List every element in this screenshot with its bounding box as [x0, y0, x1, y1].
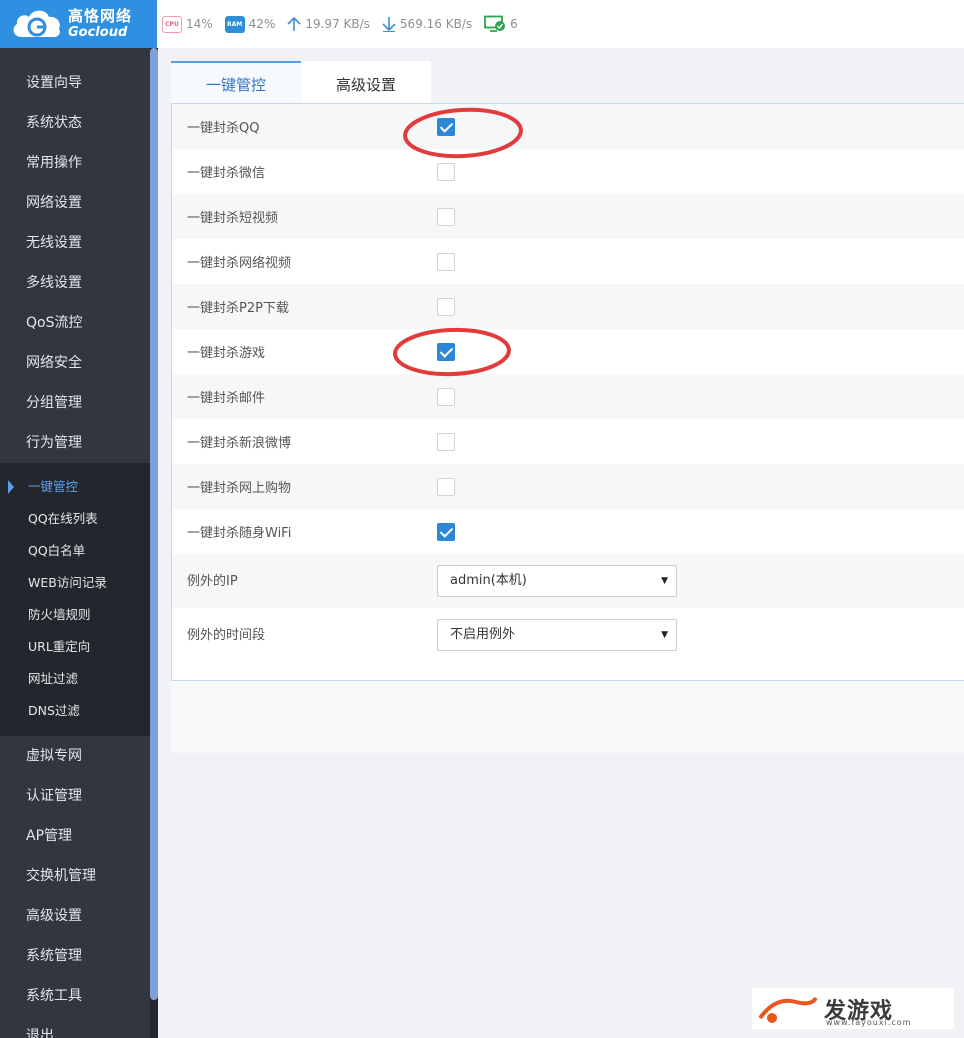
exception-ip-label: 例外的IP — [187, 574, 238, 589]
toggle-label-shopping: 一键封杀网上购物 — [187, 481, 292, 496]
sidebar-item-wireless-settings[interactable]: 无线设置 — [0, 223, 150, 263]
sidebar-item-common-operations[interactable]: 常用操作 — [0, 143, 150, 183]
toggle-label-portable-wifi: 一键封杀随身WiFi — [187, 526, 292, 541]
watermark-url: www.fayouxi.com — [826, 1018, 912, 1027]
sidebar-item-setup-wizard[interactable]: 设置向导 — [0, 63, 150, 103]
sidebar-subitem-one-click-control[interactable]: 一键管控 — [0, 471, 150, 503]
sidebar: 设置向导 系统状态 常用操作 网络设置 无线设置 多线设置 QoS流控 网络安全… — [0, 48, 150, 1038]
top-bar: 高恪网络 Gocloud CPU 14% RAM 42% 19.97 KB/s … — [0, 0, 964, 48]
toggle-label-weibo: 一键封杀新浪微博 — [187, 436, 292, 451]
sidebar-subnav-behavior: 一键管控 QQ在线列表 QQ白名单 WEB访问记录 防火墙规则 URL重定向 网… — [0, 463, 150, 736]
upload-speed: 19.97 KB/s — [305, 17, 370, 31]
sidebar-subitem-dns-filter[interactable]: DNS过滤 — [0, 695, 150, 727]
form-row-qq: 一键封杀QQ — [172, 104, 964, 149]
online-devices-icon — [484, 15, 506, 32]
sidebar-item-system-management[interactable]: 系统管理 — [0, 936, 150, 976]
block-online-video-checkbox[interactable] — [437, 252, 455, 271]
dropdown-arrow-icon: ▼ — [661, 630, 668, 640]
sidebar-item-system-status[interactable]: 系统状态 — [0, 103, 150, 143]
form-row-games: 一键封杀游戏 — [172, 329, 964, 374]
exception-ip-select[interactable]: admin(本机) ▼ — [437, 565, 677, 597]
cpu-stat: CPU 14% — [162, 15, 213, 33]
sidebar-subitem-qq-online-list[interactable]: QQ在线列表 — [0, 503, 150, 535]
sidebar-nav-bottom: 虚拟专网 认证管理 AP管理 交换机管理 高级设置 系统管理 系统工具 退出 — [0, 736, 150, 1038]
form-row-exception-time: 例外的时间段 不启用例外 ▼ — [172, 608, 964, 662]
form-row-online-video: 一键封杀网络视频 — [172, 239, 964, 284]
sidebar-item-switch-management[interactable]: 交换机管理 — [0, 856, 150, 896]
exception-ip-value: admin(本机) — [450, 573, 527, 588]
sidebar-subitem-qq-whitelist[interactable]: QQ白名单 — [0, 535, 150, 567]
sidebar-item-advanced-settings[interactable]: 高级设置 — [0, 896, 150, 936]
exception-time-label: 例外的时间段 — [187, 628, 266, 643]
sidebar-subitem-firewall-rules[interactable]: 防火墙规则 — [0, 599, 150, 631]
tab-one-click-control[interactable]: 一键管控 — [171, 61, 301, 103]
brand-name-en: Gocloud — [68, 25, 128, 40]
toggle-label-qq: 一键封杀QQ — [187, 121, 260, 136]
form-row-shopping: 一键封杀网上购物 — [172, 464, 964, 509]
sidebar-item-auth-management[interactable]: 认证管理 — [0, 776, 150, 816]
form-row-exception-ip: 例外的IP admin(本机) ▼ — [172, 554, 964, 608]
devices-stat[interactable]: 6 — [484, 15, 518, 33]
one-click-control-form: 一键封杀QQ 一键封杀微信 一键封杀短视频 一键封杀网络视频 一键封杀P2P下载… — [171, 103, 964, 681]
form-row-weibo: 一键封杀新浪微博 — [172, 419, 964, 464]
block-p2p-checkbox[interactable] — [437, 297, 455, 316]
tab-advanced-settings[interactable]: 高级设置 — [301, 61, 431, 103]
upload-stat: 19.97 KB/s — [287, 16, 370, 32]
sidebar-item-vpn[interactable]: 虚拟专网 — [0, 736, 150, 776]
ram-icon: RAM — [224, 15, 245, 33]
dropdown-arrow-icon: ▼ — [661, 576, 668, 586]
cloud-logo-icon — [10, 7, 64, 41]
sidebar-scrollbar-thumb[interactable] — [150, 48, 158, 1000]
form-row-short-video: 一键封杀短视频 — [172, 194, 964, 239]
sidebar-item-qos[interactable]: QoS流控 — [0, 303, 150, 343]
download-speed: 569.16 KB/s — [399, 17, 473, 31]
download-arrow-icon — [382, 17, 396, 32]
block-wechat-checkbox[interactable] — [437, 162, 455, 181]
sidebar-item-ap-management[interactable]: AP管理 — [0, 816, 150, 856]
watermark-logo-icon — [758, 996, 818, 1023]
block-portable-wifi-checkbox[interactable] — [437, 522, 455, 541]
block-weibo-checkbox[interactable] — [437, 432, 455, 451]
sidebar-item-group-management[interactable]: 分组管理 — [0, 383, 150, 423]
sidebar-item-behavior-management[interactable]: 行为管理 — [0, 423, 150, 463]
block-short-video-checkbox[interactable] — [437, 207, 455, 226]
brand-name-cn: 高恪网络 — [68, 7, 133, 25]
online-devices-count: 6 — [510, 17, 518, 31]
sidebar-item-network-security[interactable]: 网络安全 — [0, 343, 150, 383]
block-qq-checkbox[interactable] — [437, 117, 455, 136]
toggle-label-wechat: 一键封杀微信 — [187, 166, 266, 181]
sidebar-subitem-url-filter[interactable]: 网址过滤 — [0, 663, 150, 695]
block-email-checkbox[interactable] — [437, 387, 455, 406]
cpu-icon: CPU — [162, 15, 182, 33]
form-row-p2p: 一键封杀P2P下载 — [172, 284, 964, 329]
sidebar-subitem-url-redirect[interactable]: URL重定向 — [0, 631, 150, 663]
sidebar-item-logout[interactable]: 退出 — [0, 1016, 150, 1038]
toggle-label-short-video: 一键封杀短视频 — [187, 211, 279, 226]
sidebar-item-system-tools[interactable]: 系统工具 — [0, 976, 150, 1016]
block-games-checkbox[interactable] — [437, 342, 455, 361]
toggle-label-email: 一键封杀邮件 — [187, 391, 266, 406]
block-shopping-checkbox[interactable] — [437, 477, 455, 496]
sidebar-item-multi-wan[interactable]: 多线设置 — [0, 263, 150, 303]
ram-stat: RAM 42% — [224, 15, 276, 33]
toggle-label-games: 一键封杀游戏 — [187, 346, 266, 361]
form-row-wechat: 一键封杀微信 — [172, 149, 964, 194]
watermark: 发游戏 www.fayouxi.com — [752, 988, 954, 1029]
cpu-usage: 14% — [186, 17, 213, 31]
status-bar: CPU 14% RAM 42% 19.97 KB/s 569.16 KB/s 6 — [162, 0, 530, 48]
exception-time-value: 不启用例外 — [450, 627, 516, 642]
download-stat: 569.16 KB/s — [382, 16, 472, 32]
sidebar-item-network-settings[interactable]: 网络设置 — [0, 183, 150, 223]
brand-logo[interactable]: 高恪网络 Gocloud — [0, 0, 157, 48]
toggle-label-p2p: 一键封杀P2P下载 — [187, 301, 289, 316]
tab-bar: 一键管控 高级设置 — [171, 61, 431, 103]
form-row-portable-wifi: 一键封杀随身WiFi — [172, 509, 964, 554]
sidebar-nav-top: 设置向导 系统状态 常用操作 网络设置 无线设置 多线设置 QoS流控 网络安全… — [0, 63, 150, 463]
exception-time-select[interactable]: 不启用例外 ▼ — [437, 619, 677, 651]
ram-usage: 42% — [248, 17, 276, 31]
form-row-email: 一键封杀邮件 — [172, 374, 964, 419]
toggle-label-online-video: 一键封杀网络视频 — [187, 256, 292, 271]
upload-arrow-icon — [287, 16, 301, 31]
sidebar-subitem-web-access-log[interactable]: WEB访问记录 — [0, 567, 150, 599]
